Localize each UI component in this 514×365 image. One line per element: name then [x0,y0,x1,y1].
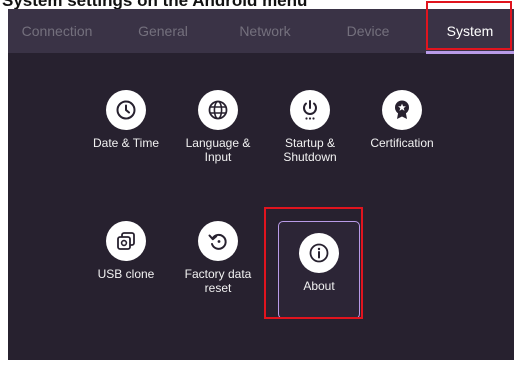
tile-factory-reset[interactable]: Factory data reset [168,221,268,295]
tile-label: Factory data reset [184,267,252,295]
clock-icon [106,90,146,130]
ribbon-badge-icon [382,90,422,130]
tile-label: Certification [370,136,434,150]
tab-network[interactable]: Network [232,9,298,53]
tile-about[interactable]: About [269,233,369,293]
tile-certification[interactable]: Certification [352,90,452,150]
page-caption: System settings on the Android menu [0,0,514,9]
tile-label: Startup & Shutdown [283,136,337,164]
tab-general[interactable]: General [130,9,196,53]
tile-label: Language & Input [185,136,251,164]
tile-startup-shutdown[interactable]: Startup & Shutdown [260,90,360,164]
tile-label: Date & Time [92,136,160,150]
settings-screen: Connection General Network Device System… [8,9,514,360]
tile-date-time[interactable]: Date & Time [76,90,176,150]
tile-label: USB clone [97,267,155,281]
info-icon [299,233,339,273]
tile-language-input[interactable]: Language & Input [168,90,268,164]
tab-connection[interactable]: Connection [16,9,98,53]
tab-bar: Connection General Network Device System [8,9,514,54]
power-icon [290,90,330,130]
globe-icon [198,90,238,130]
reset-icon [198,221,238,261]
copy-settings-icon [106,221,146,261]
active-tab-indicator [426,51,514,54]
tab-system[interactable]: System [432,9,508,53]
tile-label: About [303,279,335,293]
tab-device[interactable]: Device [338,9,398,53]
tile-usb-clone[interactable]: USB clone [76,221,176,281]
